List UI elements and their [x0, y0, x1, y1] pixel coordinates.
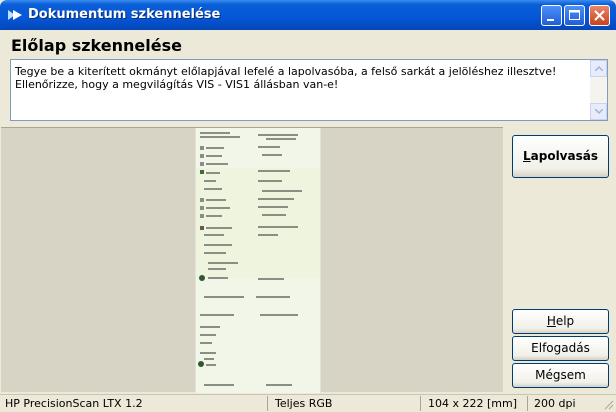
title-bar[interactable]: Dokumentum szkennelése [0, 0, 616, 30]
status-bar: HP PrecisionScan LTX 1.2 Teljes RGB 104 … [0, 394, 616, 412]
scan-button-accel: L [522, 149, 531, 163]
document-image [196, 128, 320, 393]
help-button-accel: H [546, 314, 556, 328]
status-scanner: HP PrecisionScan LTX 1.2 [5, 397, 143, 410]
resize-grip-icon[interactable] [602, 398, 614, 410]
page-title: Előlap szkennelése [11, 36, 182, 55]
scan-preview-area [1, 127, 503, 393]
scan-button-label: apolvasás [530, 149, 598, 163]
maximize-icon [569, 10, 580, 20]
chevron-down-icon [595, 109, 603, 114]
accept-button[interactable]: Elfogadás [512, 336, 609, 361]
instructions-scrollbar[interactable] [590, 60, 607, 120]
close-icon [594, 10, 605, 21]
scroll-down-button[interactable] [590, 103, 607, 120]
chevron-up-icon [595, 66, 603, 71]
help-button[interactable]: Help [512, 309, 609, 334]
cancel-button[interactable]: Mégsem [512, 363, 609, 388]
scan-button[interactable]: Lapolvasás [512, 135, 609, 178]
window-title: Dokumentum szkennelése [28, 7, 221, 22]
status-color-mode: Teljes RGB [275, 397, 333, 410]
status-size: 104 x 222 [mm] [428, 397, 518, 410]
instruction-line-1: Tegye be a kiterített okmányt előlapjáva… [15, 65, 557, 78]
minimize-icon [547, 19, 554, 21]
scroll-up-button[interactable] [590, 60, 607, 77]
status-separator [527, 396, 528, 411]
minimize-button[interactable] [541, 5, 562, 26]
status-separator [267, 396, 268, 411]
instructions-textbox[interactable]: Tegye be a kiterített okmányt előlapjáva… [10, 59, 608, 121]
status-separator [420, 396, 421, 411]
instruction-line-2: Ellenőrizze, hogy a megvilágítás VIS - V… [15, 78, 339, 91]
scanner-app-icon [8, 10, 22, 20]
scanned-document-preview [195, 128, 321, 393]
maximize-button[interactable] [564, 5, 585, 26]
scan-dialog: Dokumentum szkennelése Előlap szkennelés… [0, 0, 616, 412]
accept-button-label: Elfogadás [531, 341, 590, 355]
help-button-label: elp [555, 314, 575, 328]
cancel-button-label: Mégsem [535, 368, 586, 382]
close-button[interactable] [589, 5, 610, 26]
status-dpi: 200 dpi [534, 397, 576, 410]
